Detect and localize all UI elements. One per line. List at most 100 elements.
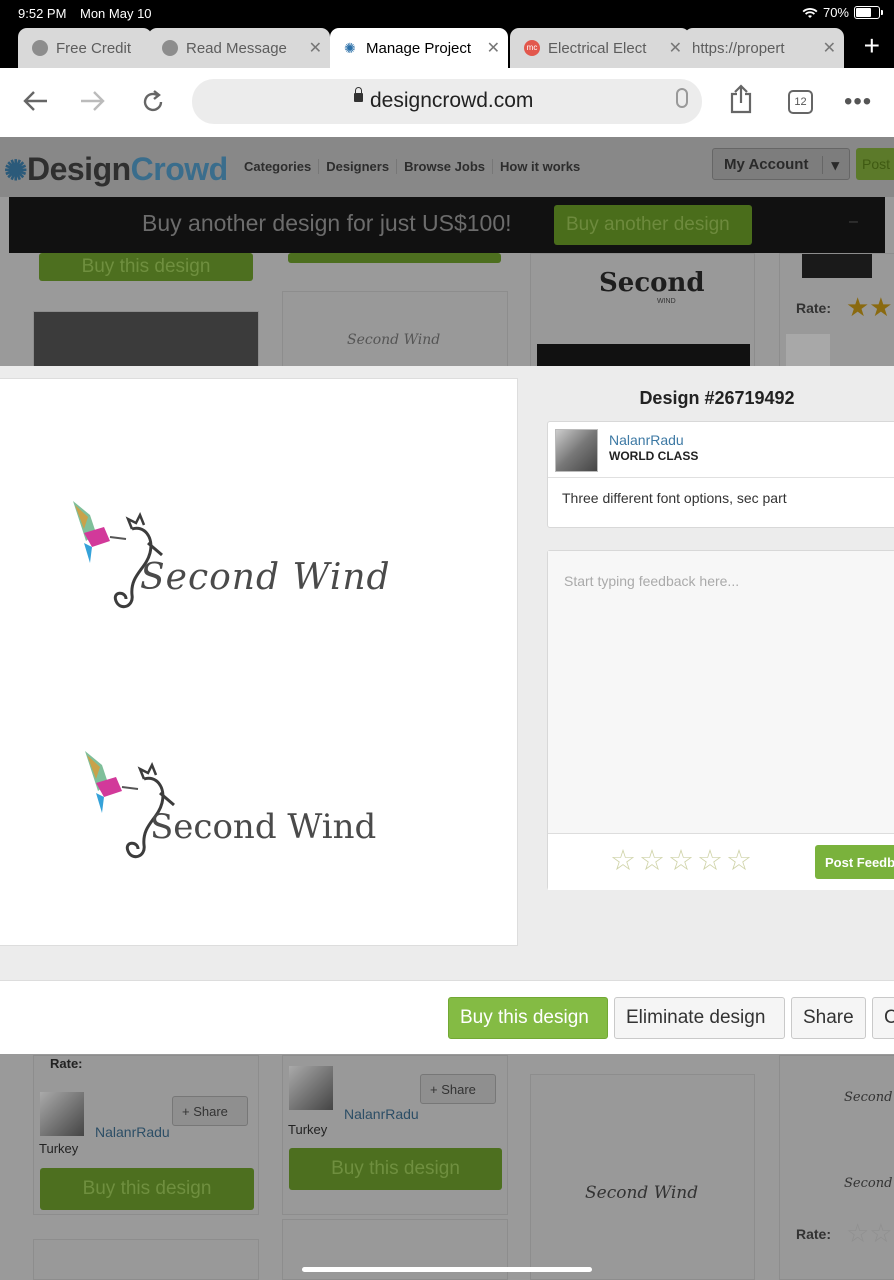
globe-icon: [162, 40, 178, 56]
modal-action-bar: Buy this design Eliminate design Share C: [0, 980, 894, 1054]
star-icon[interactable]: ☆: [610, 846, 636, 876]
address-bar[interactable]: designcrowd.com: [192, 79, 702, 124]
designer-name[interactable]: NalanrRadu: [95, 1124, 170, 1140]
logo-text: Second Wind: [140, 557, 391, 598]
site-nav: Categories Designers Browse Jobs How it …: [237, 159, 587, 174]
feedback-footer: ☆ ☆ ☆ ☆ ☆ Post Feedback: [548, 834, 894, 890]
hummingbird-seahorse-logo: [85, 751, 175, 859]
avatar: [289, 1066, 333, 1110]
feedback-input[interactable]: [548, 551, 894, 834]
designcrowd-logo[interactable]: ✺DesignCrowd: [4, 151, 228, 188]
promo-banner: Buy another design for just US$100! Buy …: [9, 197, 885, 253]
buy-design-button[interactable]: Buy this design: [39, 253, 253, 281]
bg-card: Second Wind: [282, 291, 508, 371]
feedback-panel: ☆ ☆ ☆ ☆ ☆ Post Feedback: [547, 550, 894, 890]
share-button[interactable]: + Share: [172, 1096, 248, 1126]
nav-categories[interactable]: Categories: [237, 159, 320, 174]
bg-card: [33, 1239, 259, 1280]
nav-designers[interactable]: Designers: [319, 159, 398, 174]
designer-level: WORLD CLASS: [609, 449, 699, 463]
close-button[interactable]: C: [872, 997, 894, 1039]
share-button[interactable]: + Share: [420, 1074, 496, 1104]
globe-icon: [32, 40, 48, 56]
designer-card: NalanrRadu WORLD CLASS Three different f…: [547, 421, 894, 528]
design-preview: Second Wind Second Wind: [0, 378, 518, 946]
my-account-button[interactable]: My Account ▾: [712, 148, 850, 180]
close-icon[interactable]: –: [849, 213, 858, 231]
tab-label: Manage Project: [366, 39, 472, 57]
tab-label: Free Credit: [56, 39, 132, 57]
star-icon[interactable]: ☆: [639, 846, 665, 876]
star-icon[interactable]: ☆: [726, 846, 752, 876]
close-tab-icon[interactable]: ✕: [309, 38, 322, 58]
bg-card: Second Wind: [530, 1074, 755, 1280]
rate-label: Rate:: [50, 1056, 83, 1071]
new-tab-icon[interactable]: +: [864, 31, 880, 61]
rating-stars[interactable]: ☆ ☆ ☆ ☆ ☆: [610, 846, 752, 876]
avatar: [802, 254, 872, 278]
url-text: designcrowd.com: [370, 89, 534, 112]
designer-name[interactable]: NalanrRadu: [609, 432, 684, 448]
close-tab-icon[interactable]: ✕: [669, 38, 682, 58]
close-tab-icon[interactable]: ✕: [823, 38, 836, 58]
battery-icon: [854, 6, 883, 19]
status-time: 9:52 PM: [18, 6, 67, 21]
bg-card: Rate: + Share NalanrRadu Turkey Buy this…: [33, 1055, 259, 1215]
chevron-down-icon: ▾: [822, 156, 839, 174]
buy-design-button[interactable]: Buy this design: [448, 997, 608, 1039]
tab-free-credit[interactable]: Free Credit: [18, 28, 152, 68]
lock-icon: [354, 87, 363, 102]
post-button[interactable]: Post: [856, 148, 894, 180]
logo-star-icon: ✺: [4, 155, 27, 186]
design-modal: Second Wind Second Wind Design #26719492…: [0, 366, 894, 1054]
tab-bar: Free Credit Read Message ✕ ✺ Manage Proj…: [0, 28, 894, 68]
nav-how-it-works[interactable]: How it works: [493, 159, 587, 174]
tab-manage-project[interactable]: ✺ Manage Project ✕: [330, 28, 508, 68]
bg-card: Second Second Rate: ☆☆: [779, 1055, 894, 1280]
buy-design-button[interactable]: Buy this design: [40, 1168, 254, 1210]
designer-avatar[interactable]: [555, 429, 598, 472]
design-thumbnail-text: Second: [844, 1090, 893, 1105]
design-description: Three different font options, sec part: [562, 490, 787, 506]
nav-browse-jobs[interactable]: Browse Jobs: [397, 159, 493, 174]
home-indicator[interactable]: [302, 1267, 592, 1272]
design-thumbnail-text: Second Wind: [347, 332, 441, 348]
star-icon[interactable]: ☆: [668, 846, 694, 876]
tab-label: Read Message: [186, 39, 287, 57]
browser-toolbar: designcrowd.com 12 •••: [0, 68, 894, 137]
bg-card: Second WIND: [530, 253, 755, 372]
back-arrow-icon[interactable]: [22, 90, 48, 112]
status-right: 70%: [802, 5, 883, 20]
buy-design-button[interactable]: [288, 253, 501, 263]
design-thumbnail-sub: WIND: [657, 298, 676, 305]
post-feedback-button[interactable]: Post Feedback: [815, 845, 894, 879]
star-rating[interactable]: ★★: [846, 292, 893, 323]
eliminate-design-button[interactable]: Eliminate design: [614, 997, 785, 1039]
buy-design-button[interactable]: Buy this design: [289, 1148, 502, 1190]
rate-label: Rate:: [796, 300, 832, 316]
forward-arrow-icon[interactable]: [80, 90, 106, 112]
buy-another-design-button[interactable]: Buy another design: [554, 205, 752, 245]
star-icon[interactable]: ☆: [697, 846, 723, 876]
tab-property[interactable]: https://propert ✕: [684, 28, 844, 68]
logo-word-crowd: Crowd: [130, 151, 229, 187]
wifi-icon: [802, 7, 818, 18]
designcrowd-icon: ✺: [344, 40, 356, 56]
designer-name[interactable]: NalanrRadu: [344, 1106, 419, 1122]
design-title: Design #26719492: [639, 388, 795, 408]
my-account-label: My Account: [724, 156, 809, 173]
microphone-icon[interactable]: [676, 88, 688, 108]
tab-electrical[interactable]: mc Electrical Elect ✕: [510, 28, 690, 68]
more-options-icon[interactable]: •••: [844, 88, 872, 116]
share-icon[interactable]: [729, 84, 753, 114]
reload-icon[interactable]: [140, 89, 166, 115]
share-button[interactable]: Share: [791, 997, 866, 1039]
design-thumbnail-text: Second: [599, 268, 705, 298]
bg-card: Rate: ★★: [779, 253, 894, 372]
tab-count-button[interactable]: 12: [788, 90, 813, 114]
tab-label: Electrical Elect: [548, 39, 647, 57]
tab-read-message[interactable]: Read Message ✕: [148, 28, 330, 68]
close-tab-icon[interactable]: ✕: [487, 38, 500, 58]
star-rating[interactable]: ☆☆: [846, 1218, 893, 1249]
mc-icon: mc: [524, 40, 540, 56]
